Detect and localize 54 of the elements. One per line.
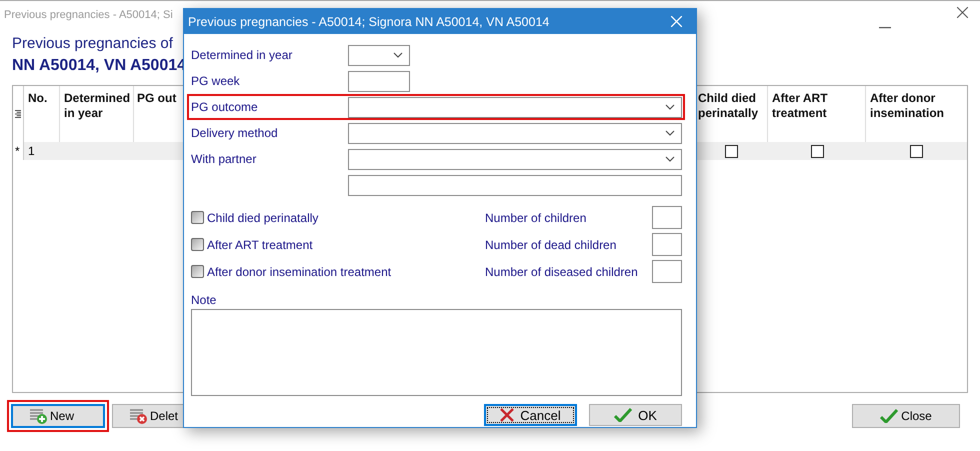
checkbox[interactable] <box>191 238 204 251</box>
select-field[interactable] <box>348 44 410 66</box>
table-checkbox[interactable] <box>810 144 824 158</box>
table-cell: 1 <box>28 144 35 158</box>
field-label: Number of children <box>485 210 586 224</box>
column-chooser-icon[interactable] <box>15 109 21 119</box>
note-field[interactable] <box>191 309 682 396</box>
column-header[interactable]: After donor insemination <box>870 91 963 121</box>
input-field[interactable] <box>348 174 682 196</box>
field-label: Number of dead children <box>485 238 616 252</box>
chevron-down-icon <box>665 156 675 162</box>
cross-icon <box>500 408 514 422</box>
minimize-icon[interactable] <box>879 27 891 29</box>
window-button[interactable]: Close <box>852 404 960 428</box>
dialog-button[interactable]: Cancel <box>484 404 577 426</box>
field-label: Delivery method <box>191 126 278 140</box>
list-remove-icon <box>129 408 149 424</box>
number-field[interactable] <box>652 233 682 256</box>
field-label: Number of diseased children <box>485 264 638 278</box>
select-field[interactable] <box>348 96 682 118</box>
select-field[interactable] <box>348 148 682 170</box>
field-label: PG outcome <box>191 100 258 114</box>
table-checkbox[interactable] <box>910 144 923 158</box>
column-header[interactable]: Child died perinatally <box>698 91 763 121</box>
field-label: With partner <box>191 152 256 166</box>
checkmark-icon <box>614 408 632 422</box>
field-label: PG week <box>191 74 240 88</box>
chevron-down-icon <box>665 130 675 136</box>
checkbox-label: Child died perinatally <box>207 210 318 224</box>
field-label: Determined in year <box>191 48 292 62</box>
checkmark-icon <box>880 409 898 423</box>
table-checkbox[interactable] <box>724 144 738 158</box>
checkbox[interactable] <box>191 265 204 278</box>
checkbox[interactable] <box>191 211 204 224</box>
page-heading: Previous pregnancies of <box>12 35 173 52</box>
field-label: Note <box>191 293 218 307</box>
chevron-down-icon <box>393 52 403 58</box>
checkbox-label: After ART treatment <box>207 238 313 252</box>
dialog-title: Previous pregnancies - A50014; Signora NN A50014, VN A50014 <box>188 14 550 28</box>
list-add-icon <box>29 408 49 424</box>
window-title: Previous pregnancies - A50014; Si <box>4 9 173 21</box>
input-field[interactable] <box>348 70 410 92</box>
close-icon[interactable] <box>957 7 968 18</box>
row-marker: * <box>15 144 20 158</box>
dialog-button[interactable]: OK <box>589 404 682 426</box>
number-field[interactable] <box>652 206 682 229</box>
column-header[interactable]: Determined in year <box>64 91 129 121</box>
select-field[interactable] <box>348 122 682 144</box>
number-field[interactable] <box>652 260 682 283</box>
column-header[interactable]: After ART treatment <box>772 91 861 121</box>
column-header[interactable]: No. <box>28 91 55 106</box>
window-button[interactable]: New <box>11 404 105 428</box>
chevron-down-icon <box>665 104 675 110</box>
checkbox-label: After donor insemination treatment <box>207 264 392 278</box>
